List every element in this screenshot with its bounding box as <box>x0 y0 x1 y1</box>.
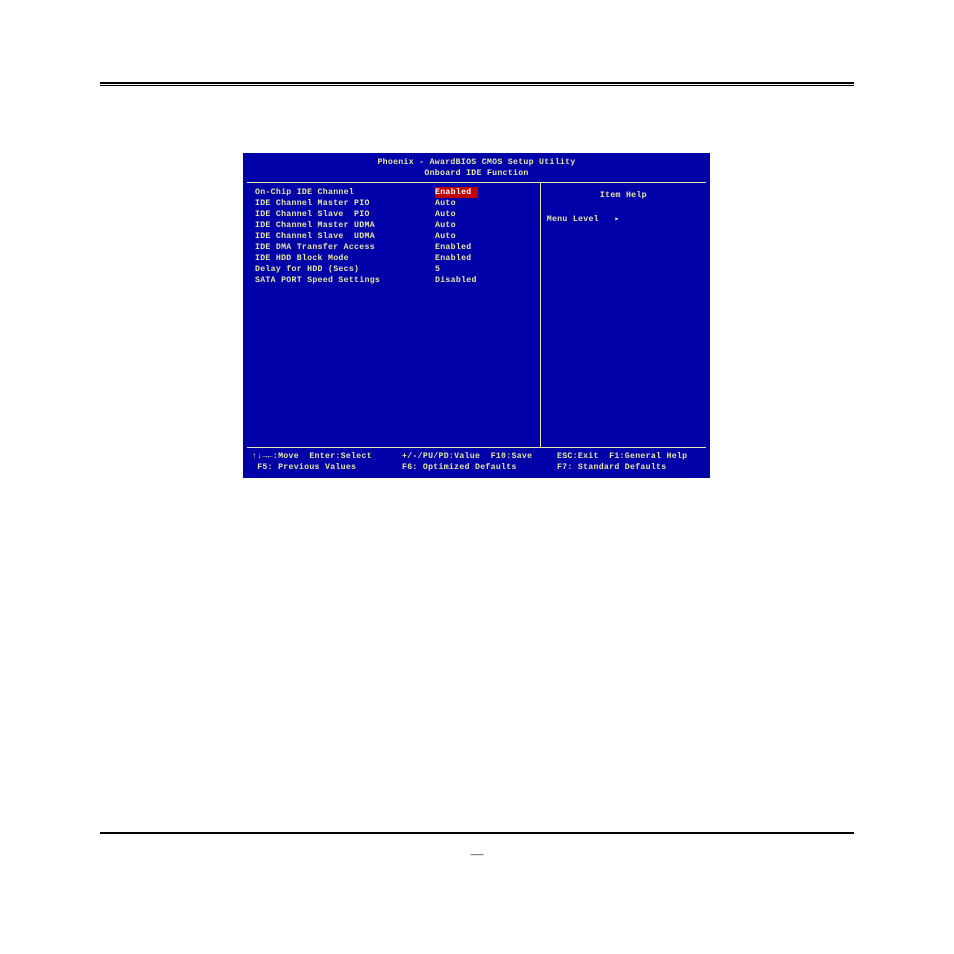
page-bottom-rule <box>100 832 854 834</box>
setting-label: IDE Channel Master PIO <box>255 198 435 209</box>
setting-label: IDE Channel Slave PIO <box>255 209 435 220</box>
footer-row-1: ↑↓→←:Move Enter:Select +/-/PU/PD:Value F… <box>252 451 701 462</box>
setting-label: IDE Channel Master UDMA <box>255 220 435 231</box>
footer-row-2: F5: Previous Values F6: Optimized Defaul… <box>252 462 701 473</box>
page-number: — <box>0 846 954 862</box>
setting-ide-channel-master-udma[interactable]: IDE Channel Master UDMA Auto <box>255 220 540 231</box>
setting-label: On-Chip IDE Channel <box>255 187 435 198</box>
setting-sata-port-speed[interactable]: SATA PORT Speed Settings Disabled <box>255 275 540 286</box>
bios-settings-panel: On-Chip IDE Channel Enabled IDE Channel … <box>247 183 541 447</box>
page-top-rule <box>100 82 854 86</box>
hint-value-save: +/-/PU/PD:Value F10:Save <box>402 451 557 462</box>
bios-screen: Phoenix - AwardBIOS CMOS Setup Utility O… <box>243 153 710 478</box>
item-help-title: Item Help <box>547 187 700 203</box>
setting-label: IDE HDD Block Mode <box>255 253 435 264</box>
setting-value: Auto <box>435 220 456 231</box>
bios-footer: ↑↓→←:Move Enter:Select +/-/PU/PD:Value F… <box>244 448 709 477</box>
setting-value: 5 <box>435 264 440 275</box>
setting-value: Enabled <box>435 187 478 198</box>
setting-ide-hdd-block-mode[interactable]: IDE HDD Block Mode Enabled <box>255 253 540 264</box>
hint-move-select: ↑↓→←:Move Enter:Select <box>252 451 402 462</box>
hint-exit-help: ESC:Exit F1:General Help <box>557 451 701 462</box>
setting-delay-for-hdd[interactable]: Delay for HDD (Secs) 5 <box>255 264 540 275</box>
bios-title-line2: Onboard IDE Function <box>244 168 709 179</box>
setting-ide-channel-slave-udma[interactable]: IDE Channel Slave UDMA Auto <box>255 231 540 242</box>
bios-title-line1: Phoenix - AwardBIOS CMOS Setup Utility <box>244 157 709 168</box>
hint-optimized-defaults: F6: Optimized Defaults <box>402 462 557 473</box>
bios-help-panel: Item Help Menu Level ▸ <box>541 183 706 447</box>
setting-value: Enabled <box>435 253 472 264</box>
setting-label: SATA PORT Speed Settings <box>255 275 435 286</box>
setting-label: IDE DMA Transfer Access <box>255 242 435 253</box>
setting-value: Enabled <box>435 242 472 253</box>
setting-ide-dma-transfer-access[interactable]: IDE DMA Transfer Access Enabled <box>255 242 540 253</box>
hint-previous-values: F5: Previous Values <box>252 462 402 473</box>
setting-value: Auto <box>435 231 456 242</box>
setting-ide-channel-master-pio[interactable]: IDE Channel Master PIO Auto <box>255 198 540 209</box>
hint-standard-defaults: F7: Standard Defaults <box>557 462 701 473</box>
menu-level-indicator: Menu Level ▸ <box>547 213 700 224</box>
setting-label: Delay for HDD (Secs) <box>255 264 435 275</box>
setting-ide-channel-slave-pio[interactable]: IDE Channel Slave PIO Auto <box>255 209 540 220</box>
setting-on-chip-ide-channel[interactable]: On-Chip IDE Channel Enabled <box>255 187 540 198</box>
setting-value: Auto <box>435 198 456 209</box>
bios-body: On-Chip IDE Channel Enabled IDE Channel … <box>247 182 706 448</box>
bios-header: Phoenix - AwardBIOS CMOS Setup Utility O… <box>244 154 709 182</box>
bios-frame: Phoenix - AwardBIOS CMOS Setup Utility O… <box>243 153 710 478</box>
setting-value: Disabled <box>435 275 477 286</box>
setting-value: Auto <box>435 209 456 220</box>
setting-label: IDE Channel Slave UDMA <box>255 231 435 242</box>
